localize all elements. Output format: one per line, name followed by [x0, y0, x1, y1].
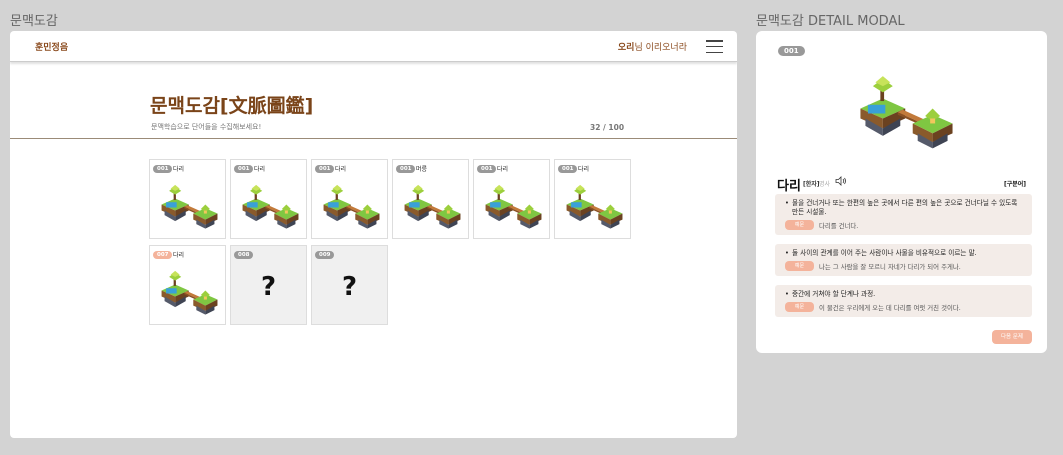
modal-hanja: [한자] — [803, 181, 820, 188]
card-number-badge: 001 — [153, 165, 173, 173]
next-question-button[interactable]: 다음 문제 — [992, 330, 1032, 344]
detail-modal: 001 다리 [한자] 명사 [구분어] 물을 건너거나 또는 한편의 높은 곳… — [756, 31, 1047, 353]
user-greeting: 오리님 이리오너라 — [618, 40, 687, 53]
sense-block: 물을 건너거나 또는 한편의 높은 곳에서 다른 편의 높은 곳으로 건너다닐 … — [775, 194, 1032, 235]
island-bridge-icon — [161, 184, 218, 229]
example-chip: 예문 — [785, 261, 814, 271]
example-text: 나는 그 사람을 잘 모르니 자네가 다리가 되어 주게나. — [819, 262, 961, 271]
sense-definition: 물을 건너거나 또는 한편의 높은 곳에서 다른 편의 높은 곳으로 건너다닐 … — [785, 199, 1024, 217]
word-card[interactable]: 001 다리 — [311, 159, 388, 239]
word-card[interactable]: 001 다리 — [554, 159, 631, 239]
card-number-badge: 001 — [477, 165, 497, 173]
page-subtitle: 문맥학습으로 단어들을 수집해보세요! — [151, 123, 262, 131]
card-word: 다리 — [497, 166, 509, 173]
speaker-icon[interactable] — [835, 176, 847, 186]
sense-definition: 둘 사이의 관계를 이어 주는 사람이나 사물을 비유적으로 이르는 말. — [785, 249, 1024, 258]
island-bridge-icon — [566, 184, 623, 229]
locked-card[interactable]: 009 ? — [311, 245, 388, 325]
question-mark-icon: ? — [260, 272, 277, 302]
sense-block: 중간에 거쳐야 할 단계나 과정. 예문 이 물건은 우리에게 오는 데 다리를… — [775, 285, 1032, 317]
card-word: 다리 — [254, 166, 266, 173]
card-number-badge: 008 — [234, 251, 254, 259]
collection-count: 32 / 100 — [590, 123, 625, 132]
card-number-badge: 001 — [558, 165, 578, 173]
example-chip: 예문 — [785, 220, 814, 230]
word-card[interactable]: 001 다리 — [149, 159, 226, 239]
sense-example: 예문 이 물건은 우리에게 오는 데 다리를 여럿 거친 것이다. — [785, 302, 1024, 312]
word-card[interactable]: 001 다리 — [230, 159, 307, 239]
card-grid: 001 다리 001 다리 001 다리 001 머릉 001 다리 001 다… — [149, 159, 631, 325]
card-number-badge: 009 — [315, 251, 335, 259]
card-word: 머릉 — [416, 166, 428, 173]
main-frame-title: 문맥도감 — [10, 14, 58, 29]
card-number-badge: 001 — [396, 165, 416, 173]
sense-block: 둘 사이의 관계를 이어 주는 사람이나 사물을 비유적으로 이르는 말. 예문… — [775, 244, 1032, 276]
modal-part-of-speech: 명사 — [819, 181, 831, 188]
menu-icon[interactable] — [706, 40, 723, 53]
sense-example: 예문 나는 그 사람을 잘 모르니 자네가 다리가 되어 주게나. — [785, 261, 1024, 271]
example-text: 이 물건은 우리에게 오는 데 다리를 여럿 거친 것이다. — [819, 303, 961, 312]
sense-example: 예문 다리를 건너다. — [785, 220, 1024, 230]
card-word: 다리 — [173, 166, 185, 173]
card-word: 다리 — [335, 166, 347, 173]
question-mark-icon: ? — [341, 272, 358, 302]
locked-card[interactable]: 008 ? — [230, 245, 307, 325]
word-card[interactable]: 001 머릉 — [392, 159, 469, 239]
page-title: 문맥도감[文脈圖鑑] — [150, 95, 314, 117]
word-card[interactable]: 001 다리 — [473, 159, 550, 239]
user-name: 오리 — [617, 43, 635, 53]
island-bridge-icon — [323, 184, 380, 229]
example-text: 다리를 건너다. — [819, 221, 859, 230]
island-bridge-icon — [242, 184, 299, 229]
card-number-badge: 007 — [153, 251, 173, 259]
dictionary-page: 훈민정음 오리님 이리오너라 문맥도감[文脈圖鑑] 문맥학습으로 단어들을 수집… — [10, 31, 737, 438]
island-bridge-icon — [860, 76, 953, 149]
top-nav: 훈민정음 오리님 이리오너라 — [10, 31, 737, 62]
example-chip: 예문 — [785, 302, 814, 312]
word-card-new[interactable]: 007 다리 — [149, 245, 226, 325]
divider — [10, 138, 737, 139]
greeting-suffix: 님 이리오너라 — [634, 43, 687, 53]
island-bridge-icon — [404, 184, 461, 229]
card-word: 다리 — [578, 166, 590, 173]
island-bridge-icon — [485, 184, 542, 229]
modal-category-tag: [구분어] — [1003, 181, 1026, 188]
island-bridge-icon — [161, 270, 218, 315]
card-number-badge: 001 — [234, 165, 254, 173]
sense-definition: 중간에 거쳐야 할 단계나 과정. — [785, 290, 1024, 299]
card-word: 다리 — [173, 252, 185, 259]
modal-number-badge: 001 — [778, 46, 805, 56]
brand-logo[interactable]: 훈민정음 — [35, 40, 68, 53]
modal-frame-title: 문맥도감 DETAIL MODAL — [756, 14, 905, 29]
modal-word: 다리 — [777, 179, 801, 194]
card-number-badge: 001 — [315, 165, 335, 173]
